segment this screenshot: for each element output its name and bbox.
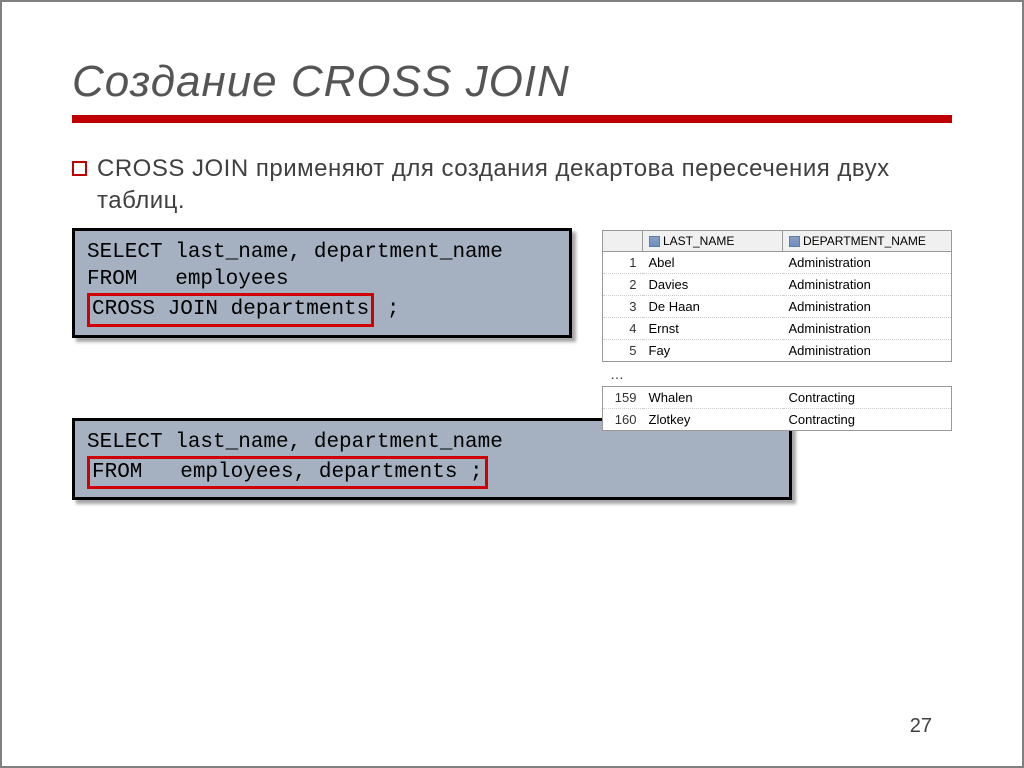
table-row: 5FayAdministration [603,340,952,362]
sql-code-block-1: SELECT last_name, department_name FROM e… [72,228,572,338]
code-tail: ; [374,298,399,321]
table-row: 1AbelAdministration [603,252,952,274]
page-number: 27 [910,715,932,738]
sort-icon [649,236,660,247]
code-line: SELECT last_name, department_name [87,431,503,454]
result-table-2: 159WhalenContracting 160ZlotkeyContracti… [602,386,952,431]
table-row: 2DaviesAdministration [603,274,952,296]
code-line: SELECT last_name, department_name [87,241,503,264]
rownum-header [603,231,643,252]
result-table-1: LAST_NAME DEPARTMENT_NAME 1AbelAdministr… [602,230,952,362]
table-row: 4ErnstAdministration [603,318,952,340]
code-line: FROM employees [87,268,289,291]
result-panel: LAST_NAME DEPARTMENT_NAME 1AbelAdministr… [602,230,952,431]
highlighted-clause: CROSS JOIN departments [87,293,374,326]
highlighted-clause: FROM employees, departments ; [87,456,488,489]
column-header-department: DEPARTMENT_NAME [783,231,952,252]
table-row: 159WhalenContracting [603,387,952,409]
slide: Создание CROSS JOIN CROSS JOIN применяют… [0,0,1024,768]
slide-title: Создание CROSS JOIN [72,57,952,113]
table-row: 160ZlotkeyContracting [603,409,952,431]
ellipsis: … [602,362,952,386]
sort-icon [789,236,800,247]
column-header-lastname: LAST_NAME [643,231,783,252]
bullet-square-icon [72,161,87,176]
bullet-point: CROSS JOIN применяют для создания декарт… [72,153,952,218]
table-row: 3De HaanAdministration [603,296,952,318]
bullet-text: CROSS JOIN применяют для создания декарт… [97,153,952,218]
title-underline [72,115,952,123]
